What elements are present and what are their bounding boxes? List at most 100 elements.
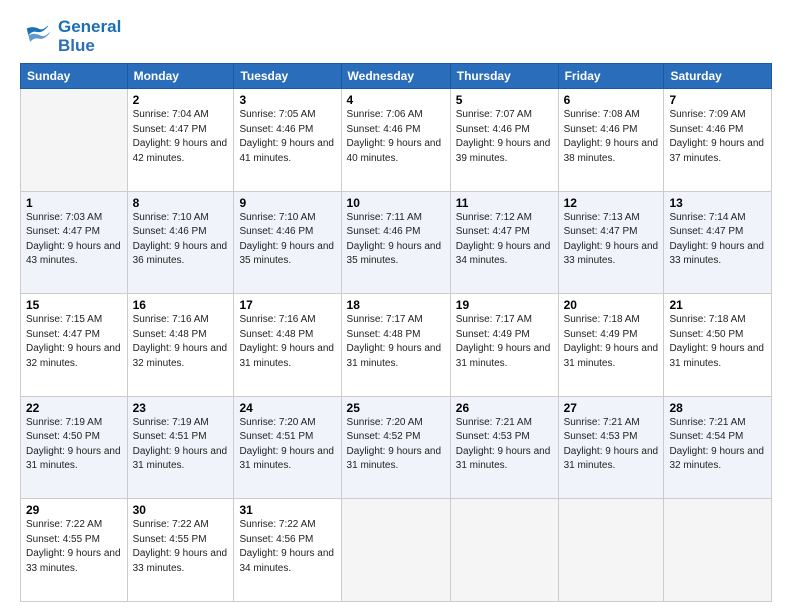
day-info: Sunrise: 7:21 AMSunset: 4:54 PMDaylight:…	[669, 417, 764, 472]
calendar-cell: 17 Sunrise: 7:16 AMSunset: 4:48 PMDayligh…	[234, 294, 341, 397]
day-info: Sunrise: 7:07 AMSunset: 4:46 PMDaylight:…	[456, 109, 551, 164]
calendar-cell: 7Sunrise: 7:09 AMSunset: 4:46 PMDaylight…	[664, 89, 772, 192]
calendar-cell: 21 Sunrise: 7:18 AMSunset: 4:50 PMDayligh…	[664, 294, 772, 397]
day-number: 17	[239, 298, 335, 312]
calendar-cell: 30 Sunrise: 7:22 AMSunset: 4:55 PMDayligh…	[127, 499, 234, 602]
calendar-header-sunday: Sunday	[21, 64, 128, 89]
header: General Blue	[20, 18, 772, 55]
calendar-header-saturday: Saturday	[664, 64, 772, 89]
day-info: Sunrise: 7:22 AMSunset: 4:55 PMDaylight:…	[133, 519, 228, 574]
calendar-cell: 19 Sunrise: 7:17 AMSunset: 4:49 PMDayligh…	[450, 294, 558, 397]
calendar-week-0: 2Sunrise: 7:04 AMSunset: 4:47 PMDaylight…	[21, 89, 772, 192]
calendar-week-3: 22 Sunrise: 7:19 AMSunset: 4:50 PMDayligh…	[21, 396, 772, 499]
page: General Blue SundayMondayTuesdayWednesda…	[0, 0, 792, 612]
logo: General Blue	[20, 18, 121, 55]
calendar-week-4: 29 Sunrise: 7:22 AMSunset: 4:55 PMDayligh…	[21, 499, 772, 602]
day-info: Sunrise: 7:19 AMSunset: 4:50 PMDaylight:…	[26, 417, 121, 472]
day-number: 27	[564, 401, 659, 415]
logo-icon	[20, 23, 52, 51]
day-info: Sunrise: 7:22 AMSunset: 4:56 PMDaylight:…	[239, 519, 334, 574]
day-number: 19	[456, 298, 553, 312]
day-info: Sunrise: 7:18 AMSunset: 4:50 PMDaylight:…	[669, 314, 764, 369]
calendar-table: SundayMondayTuesdayWednesdayThursdayFrid…	[20, 63, 772, 602]
calendar-cell: 28Sunrise: 7:21 AMSunset: 4:54 PMDayligh…	[664, 396, 772, 499]
day-info: Sunrise: 7:05 AMSunset: 4:46 PMDaylight:…	[239, 109, 334, 164]
calendar-cell: 31 Sunrise: 7:22 AMSunset: 4:56 PMDayligh…	[234, 499, 341, 602]
calendar-cell	[450, 499, 558, 602]
day-info: Sunrise: 7:10 AMSunset: 4:46 PMDaylight:…	[239, 212, 334, 267]
day-number: 20	[564, 298, 659, 312]
calendar-cell: 20 Sunrise: 7:18 AMSunset: 4:49 PMDayligh…	[558, 294, 664, 397]
day-number: 11	[456, 196, 553, 210]
calendar-cell: 4Sunrise: 7:06 AMSunset: 4:46 PMDaylight…	[341, 89, 450, 192]
day-number: 12	[564, 196, 659, 210]
day-number: 1	[26, 196, 122, 210]
day-number: 16	[133, 298, 229, 312]
calendar-cell	[558, 499, 664, 602]
day-number: 3	[239, 93, 335, 107]
calendar-body: 2Sunrise: 7:04 AMSunset: 4:47 PMDaylight…	[21, 89, 772, 602]
calendar-cell: 9 Sunrise: 7:10 AMSunset: 4:46 PMDaylight…	[234, 191, 341, 294]
day-number: 30	[133, 503, 229, 517]
day-info: Sunrise: 7:16 AMSunset: 4:48 PMDaylight:…	[133, 314, 228, 369]
day-number: 22	[26, 401, 122, 415]
day-number: 10	[347, 196, 445, 210]
day-info: Sunrise: 7:11 AMSunset: 4:46 PMDaylight:…	[347, 212, 442, 267]
day-info: Sunrise: 7:20 AMSunset: 4:52 PMDaylight:…	[347, 417, 442, 472]
calendar-header-row: SundayMondayTuesdayWednesdayThursdayFrid…	[21, 64, 772, 89]
day-info: Sunrise: 7:08 AMSunset: 4:46 PMDaylight:…	[564, 109, 659, 164]
calendar-cell: 11 Sunrise: 7:12 AMSunset: 4:47 PMDayligh…	[450, 191, 558, 294]
day-number: 7	[669, 93, 766, 107]
day-number: 8	[133, 196, 229, 210]
day-info: Sunrise: 7:21 AMSunset: 4:53 PMDaylight:…	[564, 417, 659, 472]
day-info: Sunrise: 7:13 AMSunset: 4:47 PMDaylight:…	[564, 212, 659, 267]
calendar-cell	[341, 499, 450, 602]
calendar-cell: 6 Sunrise: 7:08 AMSunset: 4:46 PMDaylight…	[558, 89, 664, 192]
calendar-cell: 12 Sunrise: 7:13 AMSunset: 4:47 PMDayligh…	[558, 191, 664, 294]
day-info: Sunrise: 7:18 AMSunset: 4:49 PMDaylight:…	[564, 314, 659, 369]
day-number: 13	[669, 196, 766, 210]
calendar-cell: 23Sunrise: 7:19 AMSunset: 4:51 PMDayligh…	[127, 396, 234, 499]
calendar-cell: 2Sunrise: 7:04 AMSunset: 4:47 PMDaylight…	[127, 89, 234, 192]
calendar-cell: 5 Sunrise: 7:07 AMSunset: 4:46 PMDaylight…	[450, 89, 558, 192]
calendar-cell: 13 Sunrise: 7:14 AMSunset: 4:47 PMDayligh…	[664, 191, 772, 294]
calendar-week-2: 15 Sunrise: 7:15 AMSunset: 4:47 PMDayligh…	[21, 294, 772, 397]
day-number: 9	[239, 196, 335, 210]
calendar-cell: 1 Sunrise: 7:03 AMSunset: 4:47 PMDaylight…	[21, 191, 128, 294]
day-info: Sunrise: 7:15 AMSunset: 4:47 PMDaylight:…	[26, 314, 121, 369]
day-number: 6	[564, 93, 659, 107]
calendar-cell: 26Sunrise: 7:21 AMSunset: 4:53 PMDayligh…	[450, 396, 558, 499]
day-info: Sunrise: 7:19 AMSunset: 4:51 PMDaylight:…	[133, 417, 228, 472]
calendar-header-thursday: Thursday	[450, 64, 558, 89]
day-info: Sunrise: 7:04 AMSunset: 4:47 PMDaylight:…	[133, 109, 228, 164]
day-number: 26	[456, 401, 553, 415]
day-number: 29	[26, 503, 122, 517]
day-number: 18	[347, 298, 445, 312]
calendar-header-tuesday: Tuesday	[234, 64, 341, 89]
day-info: Sunrise: 7:22 AMSunset: 4:55 PMDaylight:…	[26, 519, 121, 574]
calendar-cell: 25Sunrise: 7:20 AMSunset: 4:52 PMDayligh…	[341, 396, 450, 499]
day-number: 15	[26, 298, 122, 312]
day-info: Sunrise: 7:03 AMSunset: 4:47 PMDaylight:…	[26, 212, 121, 267]
calendar-cell	[21, 89, 128, 192]
day-info: Sunrise: 7:14 AMSunset: 4:47 PMDaylight:…	[669, 212, 764, 267]
calendar-header-friday: Friday	[558, 64, 664, 89]
day-info: Sunrise: 7:06 AMSunset: 4:46 PMDaylight:…	[347, 109, 442, 164]
day-info: Sunrise: 7:12 AMSunset: 4:47 PMDaylight:…	[456, 212, 551, 267]
calendar-cell: 3 Sunrise: 7:05 AMSunset: 4:46 PMDaylight…	[234, 89, 341, 192]
calendar-week-1: 1 Sunrise: 7:03 AMSunset: 4:47 PMDaylight…	[21, 191, 772, 294]
calendar-cell: 16 Sunrise: 7:16 AMSunset: 4:48 PMDayligh…	[127, 294, 234, 397]
day-info: Sunrise: 7:17 AMSunset: 4:49 PMDaylight:…	[456, 314, 551, 369]
calendar-cell: 18 Sunrise: 7:17 AMSunset: 4:48 PMDayligh…	[341, 294, 450, 397]
day-number: 24	[239, 401, 335, 415]
day-info: Sunrise: 7:16 AMSunset: 4:48 PMDaylight:…	[239, 314, 334, 369]
calendar-cell: 29 Sunrise: 7:22 AMSunset: 4:55 PMDayligh…	[21, 499, 128, 602]
calendar-header-monday: Monday	[127, 64, 234, 89]
day-info: Sunrise: 7:10 AMSunset: 4:46 PMDaylight:…	[133, 212, 228, 267]
calendar-cell: 27 Sunrise: 7:21 AMSunset: 4:53 PMDayligh…	[558, 396, 664, 499]
day-info: Sunrise: 7:17 AMSunset: 4:48 PMDaylight:…	[347, 314, 442, 369]
day-number: 21	[669, 298, 766, 312]
day-number: 31	[239, 503, 335, 517]
calendar-cell	[664, 499, 772, 602]
day-number: 5	[456, 93, 553, 107]
